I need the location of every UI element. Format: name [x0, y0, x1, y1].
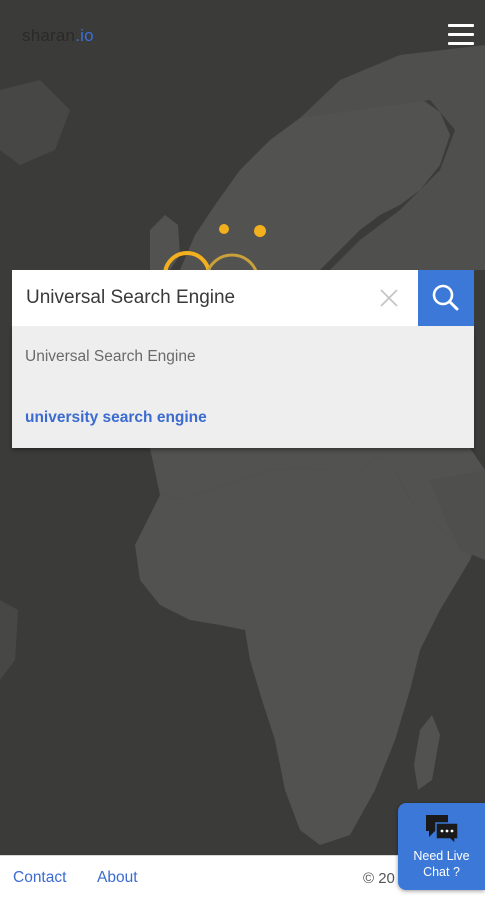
chat-label-line2: Chat ? — [423, 865, 460, 879]
chat-label: Need Live Chat ? — [398, 848, 485, 880]
search-input[interactable] — [12, 270, 382, 326]
close-icon[interactable] — [377, 286, 401, 310]
site-logo[interactable]: sharan.io — [22, 26, 94, 46]
contact-link[interactable]: Contact — [13, 869, 66, 887]
autocomplete-list: Universal Search Engine university searc… — [12, 326, 474, 448]
search-box: Universal Search Engine university searc… — [12, 270, 474, 448]
about-link[interactable]: About — [97, 869, 138, 887]
chat-bubbles-icon — [426, 815, 459, 845]
map-marker — [219, 224, 229, 234]
search-icon — [432, 284, 459, 311]
copyright-text: © 20 — [363, 870, 395, 887]
suggestion-item[interactable]: university search engine — [12, 387, 474, 448]
suggestion-item[interactable]: Universal Search Engine — [12, 326, 474, 387]
map-marker — [254, 225, 266, 237]
chat-label-line1: Need Live — [413, 849, 470, 863]
hamburger-menu-icon[interactable] — [448, 24, 474, 46]
logo-text-main: sharan — [22, 26, 76, 45]
search-bar — [12, 270, 474, 326]
live-chat-button[interactable]: Need Live Chat ? — [398, 803, 485, 890]
search-button[interactable] — [418, 270, 474, 326]
top-bar: sharan.io — [0, 0, 485, 70]
logo-text-domain: .io — [75, 26, 94, 45]
